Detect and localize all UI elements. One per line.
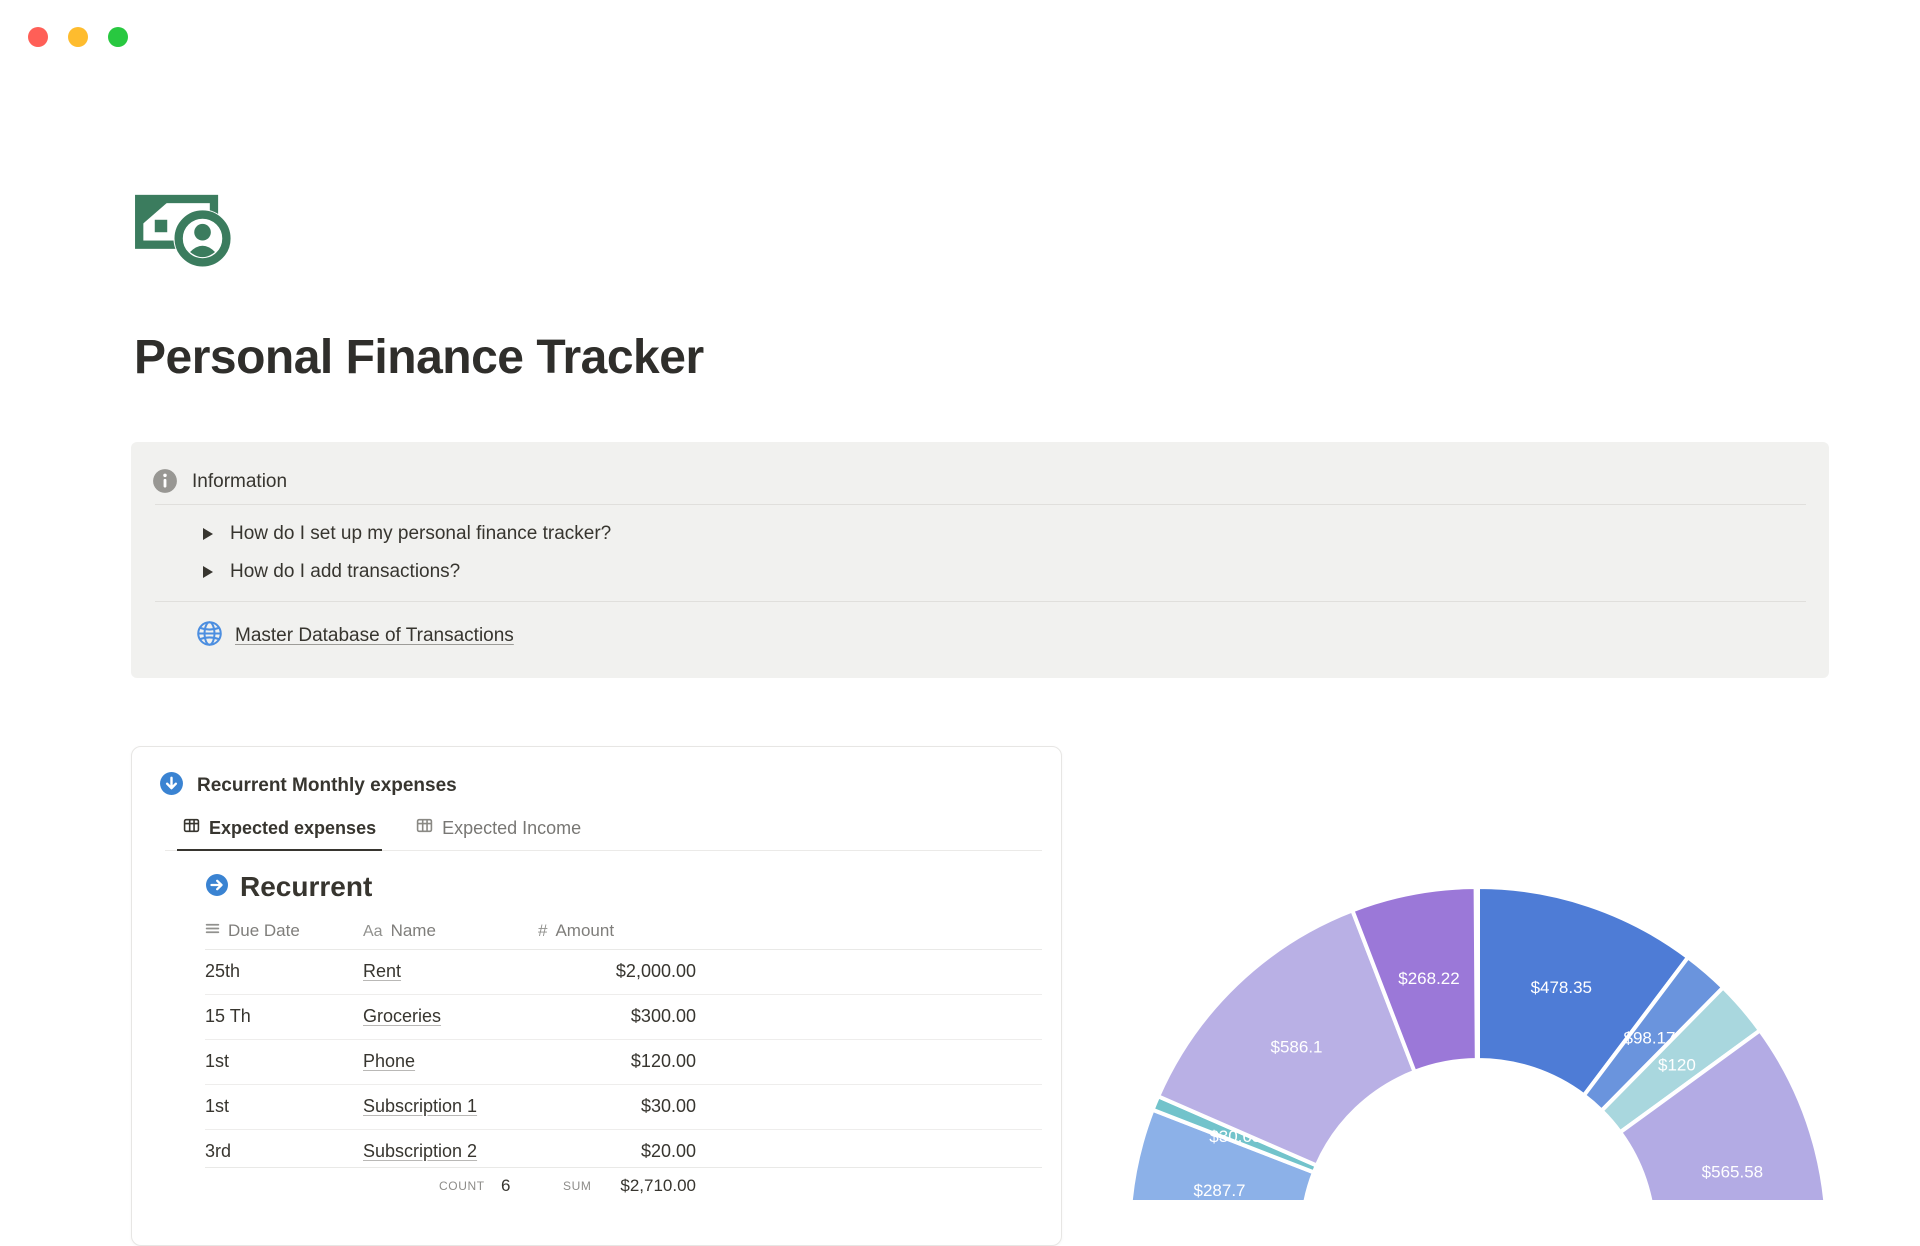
donut-segment-label: $565.58 [1702,1162,1763,1181]
expenses-donut-chart: $478.35$98.17$120$565.58$287.7$30.68$586… [1128,885,1828,1200]
donut-segment-label: $586.1 [1271,1037,1323,1056]
donut-segment-label: $120 [1658,1056,1696,1075]
donut-segment-label: $287.7 [1194,1181,1246,1200]
donut-segment-label: $478.35 [1531,978,1592,997]
donut-segment-label: $268.22 [1398,969,1459,988]
